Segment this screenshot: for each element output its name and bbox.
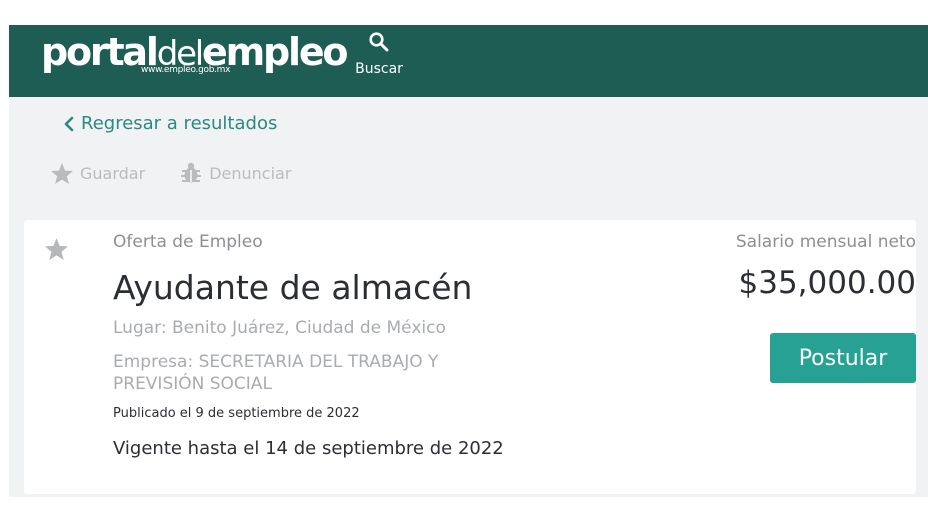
site-header: portaldelempleo www.empleo.gob.mx Buscar [9, 25, 928, 97]
job-actions: Guardar Denunciar [50, 161, 325, 185]
search-button[interactable]: Buscar [351, 31, 407, 83]
star-icon [45, 238, 68, 260]
report-job-label: Denunciar [209, 163, 292, 183]
valid-until-date: Vigente hasta el 14 de septiembre de 202… [113, 438, 504, 459]
star-icon [51, 162, 73, 184]
favorite-star-button[interactable] [44, 237, 69, 265]
job-title: Ayudante de almacén [113, 268, 473, 307]
job-company: Empresa: SECRETARIA DEL TRABAJO Y PREVIS… [113, 352, 439, 394]
back-to-results-link[interactable]: Regresar a resultados [63, 113, 277, 134]
published-date: Publicado el 9 de septiembre de 2022 [113, 406, 360, 421]
job-offer-card: Oferta de Empleo Ayudante de almacén Lug… [24, 220, 916, 494]
page-frame: portaldelempleo www.empleo.gob.mx Buscar… [9, 25, 928, 497]
save-job-label: Guardar [80, 163, 146, 183]
job-location: Lugar: Benito Juárez, Ciudad de México [113, 318, 446, 338]
search-label: Buscar [355, 61, 403, 77]
search-icon [369, 32, 389, 52]
salary-label: Salario mensual neto [735, 232, 916, 252]
offer-type-label: Oferta de Empleo [113, 232, 263, 252]
bug-icon [181, 162, 202, 183]
save-job-button[interactable]: Guardar [50, 162, 145, 185]
logo-url: www.empleo.gob.mx [141, 65, 231, 75]
site-logo[interactable]: portaldelempleo www.empleo.gob.mx [41, 29, 349, 77]
apply-button[interactable]: Postular [770, 333, 916, 383]
back-link-label: Regresar a resultados [81, 113, 278, 134]
report-job-button[interactable]: Denunciar [179, 161, 291, 185]
chevron-left-icon [64, 116, 74, 131]
salary-amount: $35,000.00 [738, 265, 917, 301]
